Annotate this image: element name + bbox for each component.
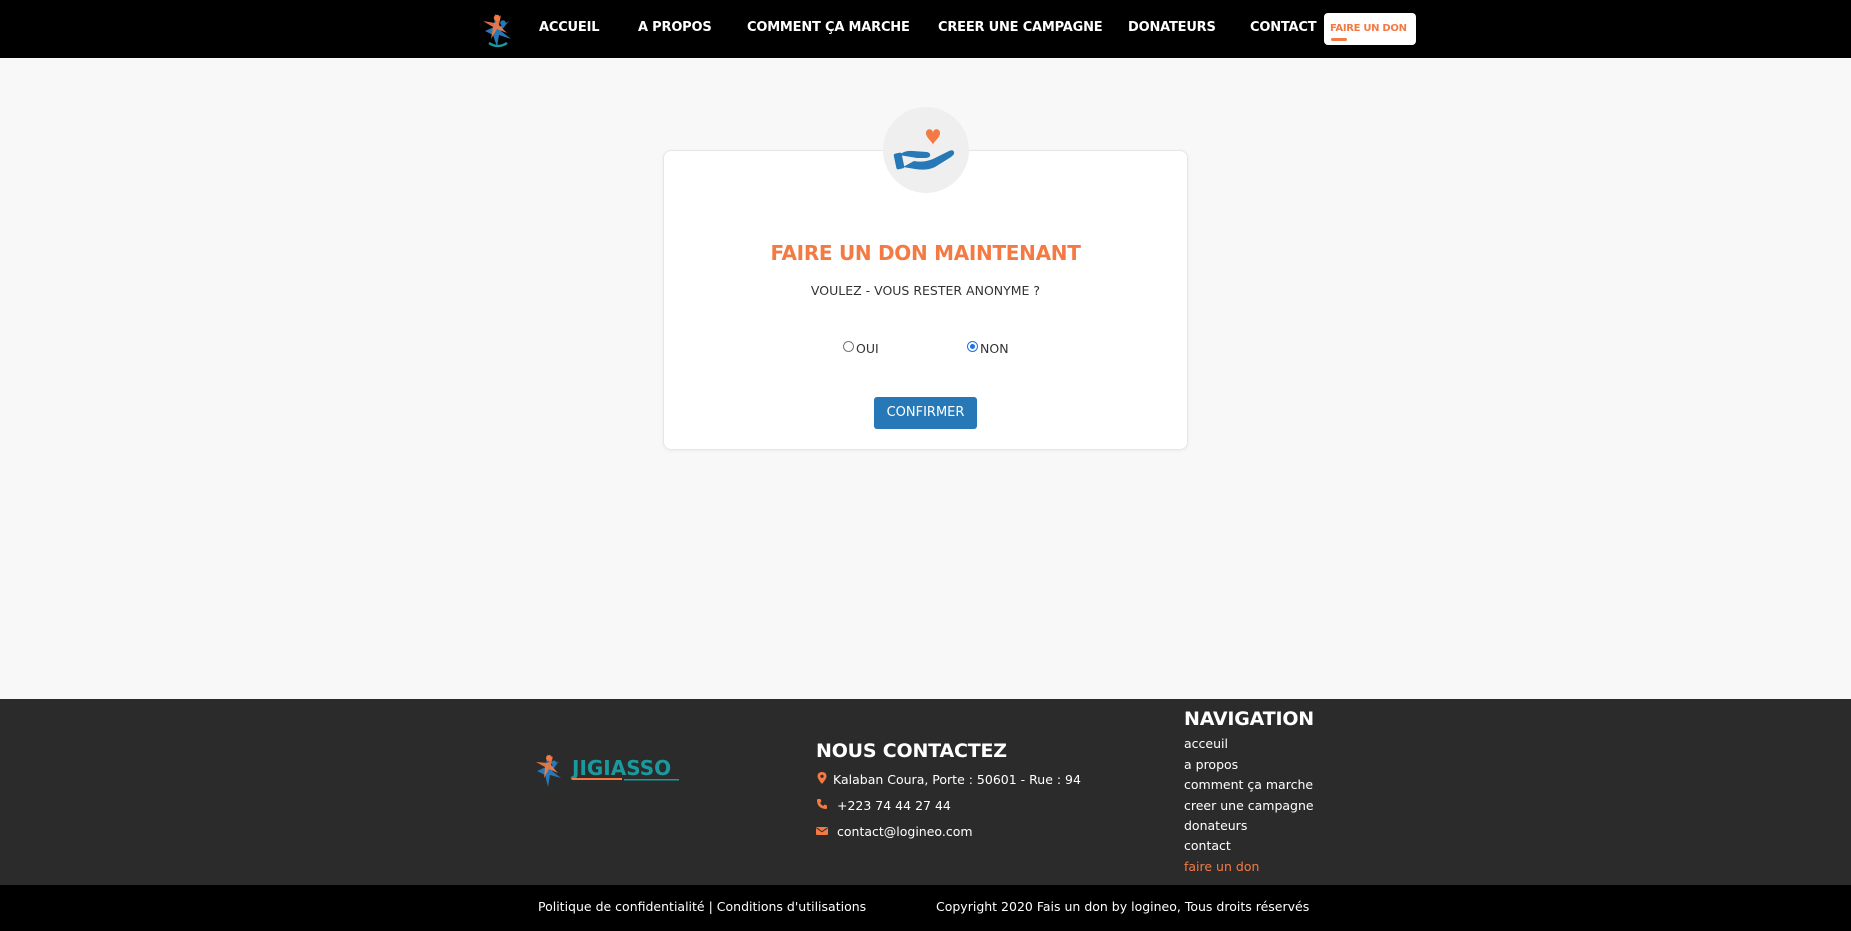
donation-icon-badge <box>883 107 969 193</box>
cta-underline <box>1331 38 1347 41</box>
navigation-heading: NAVIGATION <box>1184 708 1314 730</box>
phone-icon <box>817 799 827 809</box>
footer-logo-text: JIGIASSO <box>570 756 671 780</box>
map-pin-icon <box>817 772 827 784</box>
contact-heading: NOUS CONTACTEZ <box>816 740 1007 762</box>
footer-nav-faire-un-don[interactable]: faire un don <box>1184 859 1259 874</box>
radio-non[interactable] <box>967 341 978 352</box>
footer-nav-creer-une-campagne[interactable]: creer une campagne <box>1184 798 1314 813</box>
footer-logo-icon: JIGIASSO <box>536 754 679 787</box>
radio-oui[interactable] <box>843 341 854 352</box>
nav-link-creer-une-campagne[interactable]: CREER UNE CAMPAGNE <box>938 20 1103 35</box>
footer-nav-acceuil[interactable]: acceuil <box>1184 736 1228 751</box>
footer-nav-contact[interactable]: contact <box>1184 838 1231 853</box>
top-navbar: ACCUEIL A PROPOS COMMENT ÇA MARCHE CREER… <box>0 0 1851 58</box>
radio-oui-label[interactable]: OUI <box>856 341 879 356</box>
contact-email[interactable]: contact@logineo.com <box>837 824 973 839</box>
faire-un-don-button[interactable]: FAIRE UN DON <box>1324 13 1416 45</box>
nav-link-donateurs[interactable]: DONATEURS <box>1128 20 1216 35</box>
heart-in-hand-icon <box>893 129 955 170</box>
nav-link-comment-ca-marche[interactable]: COMMENT ÇA MARCHE <box>747 20 910 35</box>
faire-un-don-label: FAIRE UN DON <box>1330 23 1407 34</box>
footer-nav-a-propos[interactable]: a propos <box>1184 757 1238 772</box>
policy-links[interactable]: Politique de confidentialité | Condition… <box>538 899 866 914</box>
footer-nav-comment-ca-marche[interactable]: comment ça marche <box>1184 777 1313 792</box>
copyright-text: Copyright 2020 Fais un don by logineo, T… <box>936 899 1310 914</box>
nav-link-a-propos[interactable]: A PROPOS <box>638 20 712 35</box>
nav-link-accueil[interactable]: ACCUEIL <box>539 20 600 35</box>
footer <box>0 699 1851 885</box>
donation-title: FAIRE UN DON MAINTENANT <box>770 241 1081 265</box>
contact-address: Kalaban Coura, Porte : 50601 - Rue : 94 <box>833 772 1081 787</box>
radio-non-label[interactable]: NON <box>980 341 1009 356</box>
envelope-icon <box>816 827 828 835</box>
contact-phone[interactable]: +223 74 44 27 44 <box>837 798 951 813</box>
footer-nav-donateurs[interactable]: donateurs <box>1184 818 1247 833</box>
confirm-button[interactable]: CONFIRMER <box>874 397 977 429</box>
bottom-bar <box>0 885 1851 931</box>
anonymous-question: VOULEZ - VOUS RESTER ANONYME ? <box>810 283 1041 298</box>
brand-logo-icon[interactable] <box>479 9 517 49</box>
nav-link-contact[interactable]: CONTACT <box>1250 20 1317 35</box>
